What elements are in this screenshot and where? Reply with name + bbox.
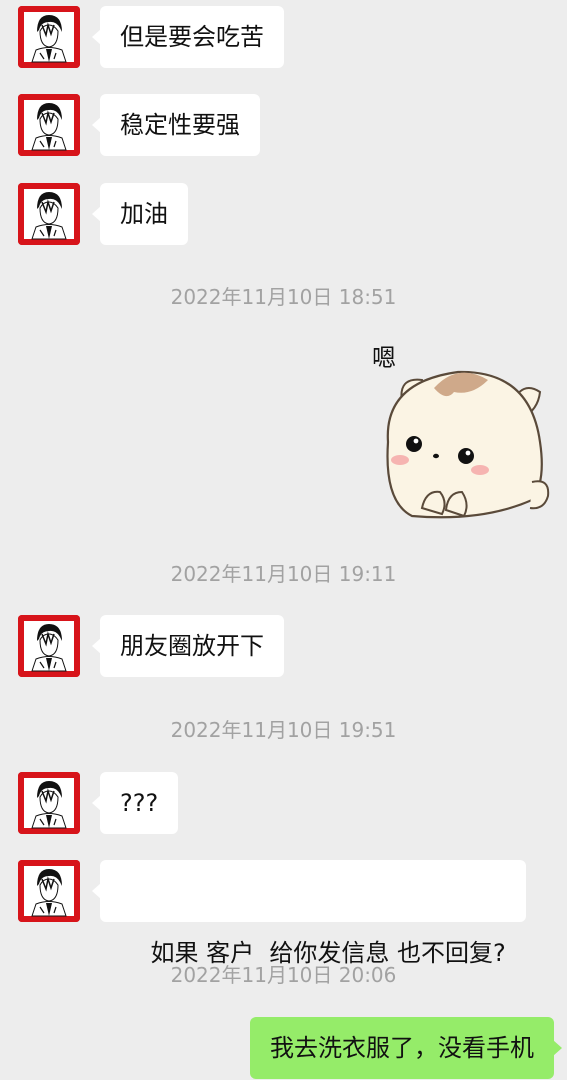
chat-history[interactable]: 但是要会吃苦 稳定性要强 加油 2022年11月10日 18:51 嗯 2022… — [0, 0, 567, 1080]
timestamp: 2022年11月10日 20:06 — [170, 963, 397, 987]
sent-sticker[interactable]: 嗯 — [362, 332, 552, 524]
message-text: 加油 — [120, 200, 168, 228]
contact-avatar[interactable] — [18, 860, 80, 922]
received-message-bubble[interactable]: 如果 客户 给你发信息 也不回复? — [92, 860, 526, 967]
anime-character-avatar-icon — [18, 615, 80, 677]
message-text: 我去洗衣服了，没看手机 — [270, 1034, 534, 1062]
contact-avatar[interactable] — [18, 94, 80, 156]
received-message-bubble[interactable]: 稳定性要强 — [92, 94, 260, 156]
anime-character-avatar-icon — [18, 860, 80, 922]
contact-avatar[interactable] — [18, 183, 80, 245]
received-message-bubble[interactable]: 但是要会吃苦 — [92, 6, 284, 68]
timestamp: 2022年11月10日 18:51 — [170, 285, 397, 309]
sent-message-bubble[interactable]: 我去洗衣服了，没看手机 — [250, 1017, 562, 1079]
message-text: ??? — [120, 789, 159, 817]
received-message-bubble[interactable]: ??? — [91, 772, 179, 834]
sticker-caption: 嗯 — [372, 344, 396, 372]
received-message-bubble[interactable]: 朋友圈放开下 — [92, 615, 284, 677]
anime-character-avatar-icon — [18, 772, 80, 834]
message-text: 稳定性要强 — [120, 111, 240, 139]
received-message-bubble[interactable]: 加油 — [92, 183, 188, 245]
message-text: 朋友圈放开下 — [120, 632, 264, 660]
anime-character-avatar-icon — [18, 183, 80, 245]
timestamp: 2022年11月10日 19:11 — [170, 562, 397, 586]
contact-avatar[interactable] — [18, 615, 80, 677]
cute-cream-cat-sticker: 嗯 — [372, 344, 550, 519]
anime-character-avatar-icon — [18, 6, 80, 68]
contact-avatar[interactable] — [18, 6, 80, 68]
timestamp: 2022年11月10日 19:51 — [170, 718, 397, 742]
anime-character-avatar-icon — [18, 94, 80, 156]
message-text: 但是要会吃苦 — [120, 23, 264, 51]
contact-avatar[interactable] — [18, 772, 80, 834]
